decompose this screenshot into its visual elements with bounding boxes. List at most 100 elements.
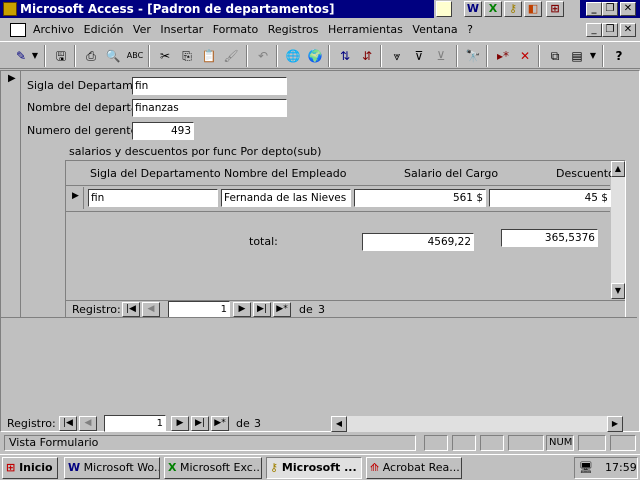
tray-monitor-icon[interactable]: 🖥: [579, 461, 593, 474]
excel-icon[interactable]: X: [484, 1, 502, 17]
total-salario-field[interactable]: 4569,22: [362, 233, 474, 251]
access-key-icon[interactable]: ⚷: [504, 1, 522, 17]
subform-sigla-field[interactable]: fin: [88, 189, 218, 207]
taskbar-access[interactable]: ⚷ Microsoft ...: [266, 457, 362, 479]
view-dropdown-icon[interactable]: ▼: [30, 45, 40, 67]
new-object-dropdown-icon[interactable]: ▼: [588, 45, 598, 67]
scroll-left-icon[interactable]: ◀: [331, 416, 347, 432]
hyperlink-icon[interactable]: 🌐: [282, 45, 304, 67]
subform-header-nombre: Nombre del Empleado: [224, 167, 347, 180]
menu-herramientas[interactable]: Herramientas: [325, 20, 406, 40]
restore-button[interactable]: ❐: [602, 2, 618, 16]
filter-by-form-icon[interactable]: ⊽: [408, 45, 430, 67]
menu-registros[interactable]: Registros: [265, 20, 322, 40]
office-document-icon[interactable]: [436, 1, 452, 17]
view-design-icon[interactable]: ✎: [10, 45, 32, 67]
subform-descuento-field[interactable]: 45 $: [489, 189, 611, 207]
office-shortcut-bar: W X ⚷ ◧ ⊞: [434, 0, 580, 18]
filter-by-selection-icon[interactable]: ⩔: [386, 45, 408, 67]
windows-icon[interactable]: ⊞: [546, 1, 564, 17]
subform-new-record-icon[interactable]: ▶*: [273, 302, 291, 317]
doc-close-button[interactable]: ✕: [620, 23, 636, 37]
new-record-nav-icon[interactable]: ▶*: [211, 416, 229, 431]
powerpoint-icon[interactable]: ◧: [524, 1, 542, 17]
find-icon[interactable]: 🔭: [462, 45, 484, 67]
nombre-field[interactable]: finanzas: [132, 99, 287, 117]
format-painter-icon[interactable]: 🖌: [220, 45, 242, 67]
word-icon[interactable]: W: [464, 1, 482, 17]
toolbar: ✎ ▼ 🖫 ⎙ 🔍 ABC ✂ ⎘ 📋 🖌 ↶ 🌐 🌍 ⇅ ⇵ ⩔ ⊽ ⊻ 🔭 …: [0, 41, 640, 69]
delete-record-icon[interactable]: ✕: [514, 45, 536, 67]
taskbar-acrobat[interactable]: ⟰ Acrobat Rea...: [366, 457, 462, 479]
subform-next-record-icon[interactable]: ▶: [233, 302, 251, 317]
prev-record-icon[interactable]: ◀: [79, 416, 97, 431]
record-selector[interactable]: ▶: [3, 71, 21, 317]
subform-vertical-scrollbar[interactable]: ▲ ▼: [611, 161, 625, 299]
database-window-icon[interactable]: ⧉: [544, 45, 566, 67]
help-icon[interactable]: ?: [608, 45, 630, 67]
num-lock-panel: NUM: [546, 435, 574, 451]
status-panel: [610, 435, 636, 451]
cut-icon[interactable]: ✂: [154, 45, 176, 67]
subform-prev-record-icon[interactable]: ◀: [142, 302, 160, 317]
scroll-up-icon[interactable]: ▲: [611, 161, 625, 177]
subform-first-record-icon[interactable]: |◀: [122, 302, 140, 317]
new-object-icon[interactable]: ▤: [566, 45, 588, 67]
scroll-down-icon[interactable]: ▼: [611, 283, 625, 299]
first-record-icon[interactable]: |◀: [59, 416, 77, 431]
subform-nombre-field[interactable]: Fernanda de las Nieves: [221, 189, 351, 207]
doc-minimize-button[interactable]: _: [586, 23, 602, 37]
start-button[interactable]: ⊞ Inicio: [2, 457, 58, 479]
menu-edicion[interactable]: Edición: [81, 20, 127, 40]
menu-formato[interactable]: Formato: [210, 20, 262, 40]
gerente-field[interactable]: 493: [132, 122, 194, 140]
toolbar-separator: [246, 45, 248, 67]
form-window: ▶ Sigla del Departamen fin Nombre del de…: [0, 70, 640, 432]
form-document-icon[interactable]: [10, 23, 26, 37]
access-app-icon[interactable]: [3, 2, 17, 16]
horizontal-scrollbar[interactable]: ◀ ▶: [331, 416, 623, 432]
sort-ascending-icon[interactable]: ⇅: [334, 45, 356, 67]
subform-nav-of: de: [299, 303, 313, 316]
minimize-button[interactable]: _: [586, 2, 602, 16]
total-label: total:: [249, 235, 278, 248]
scroll-right-icon[interactable]: ▶: [607, 416, 623, 432]
menu-ver[interactable]: Ver: [130, 20, 154, 40]
taskbar-word[interactable]: W Microsoft Wo...: [64, 457, 160, 479]
taskbar: ⊞ Inicio W Microsoft Wo... X Microsoft E…: [0, 454, 640, 480]
paste-icon[interactable]: 📋: [198, 45, 220, 67]
menu-archivo[interactable]: Archivo: [30, 20, 77, 40]
menu-ventana[interactable]: Ventana: [409, 20, 460, 40]
total-descuento-field[interactable]: 365,5376: [501, 229, 598, 247]
start-label: Inicio: [19, 461, 53, 474]
menu-insertar[interactable]: Insertar: [157, 20, 206, 40]
copy-icon[interactable]: ⎘: [176, 45, 198, 67]
status-panel: [480, 435, 504, 451]
toolbar-separator: [456, 45, 458, 67]
subform-record-number[interactable]: 1: [168, 301, 230, 318]
web-toolbar-icon[interactable]: 🌍: [304, 45, 326, 67]
menu-help[interactable]: ?: [464, 20, 476, 40]
undo-icon[interactable]: ↶: [252, 45, 274, 67]
sort-descending-icon[interactable]: ⇵: [356, 45, 378, 67]
doc-restore-button[interactable]: ❐: [602, 23, 618, 37]
subform-last-record-icon[interactable]: ▶|: [253, 302, 271, 317]
subform-navigation: Registro: |◀ ◀ 1 ▶ ▶| ▶* de 3: [66, 300, 625, 318]
subform-record-selector[interactable]: ▶: [68, 187, 84, 209]
save-icon[interactable]: 🖫: [50, 45, 72, 67]
toolbar-separator: [538, 45, 540, 67]
print-preview-icon[interactable]: 🔍: [102, 45, 124, 67]
main-record-number[interactable]: 1: [104, 415, 166, 432]
spelling-icon[interactable]: ABC: [124, 45, 146, 67]
sigla-field[interactable]: fin: [132, 77, 287, 95]
print-icon[interactable]: ⎙: [80, 45, 102, 67]
close-button[interactable]: ✕: [620, 2, 636, 16]
last-record-icon[interactable]: ▶|: [191, 416, 209, 431]
taskbar-excel[interactable]: X Microsoft Exc...: [164, 457, 262, 479]
new-record-icon[interactable]: ▸*: [492, 45, 514, 67]
apply-filter-icon[interactable]: ⊻: [430, 45, 452, 67]
subform-salario-field[interactable]: 561 $: [354, 189, 486, 207]
status-panel: [424, 435, 448, 451]
next-record-icon[interactable]: ▶: [171, 416, 189, 431]
subform-current-record-arrow-icon: ▶: [72, 191, 79, 201]
